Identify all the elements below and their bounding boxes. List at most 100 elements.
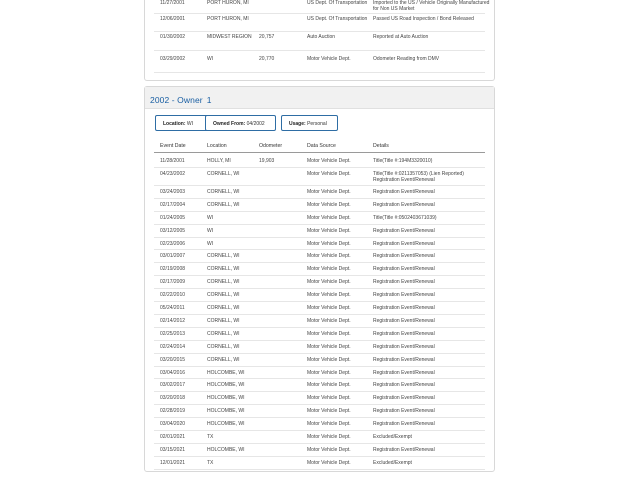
cell-details: Passed US Road Inspection / Bond Release… <box>373 16 474 22</box>
owner-title: 2002 - Owner <box>150 95 203 105</box>
cell-details: Odometer Reading from DMV <box>373 56 440 62</box>
cell-details: Registration Event/Renewal <box>373 279 435 286</box>
row-divider <box>154 210 485 212</box>
cell-details: Imported to the US / Vehicle Originally … <box>373 0 490 12</box>
cell-event-date: 01/24/2005 <box>160 214 186 221</box>
cell-location: HOLCOMBE, WI <box>207 395 245 402</box>
cell-location: CORNELL, WI <box>207 279 240 286</box>
cell-data-source: Motor Vehicle Dept. <box>307 382 351 389</box>
row-divider <box>154 352 485 354</box>
usage-chip: Usage: Personal <box>281 115 338 131</box>
cell-details: Registration Event/Renewal <box>373 408 435 415</box>
cell-location: TX <box>207 434 214 440</box>
row-divider <box>154 249 485 251</box>
header-divider <box>154 152 485 153</box>
cell-event-date: 12/06/2001 <box>160 16 186 22</box>
owned-from-chip-key: Owned From <box>213 120 244 127</box>
cell-data-source: Motor Vehicle Dept. <box>307 408 351 415</box>
cell-location: HOLLY, MI <box>207 158 231 164</box>
cell-event-date: 03/24/2003 <box>160 188 186 195</box>
cell-location: HOLCOMBE, WI <box>207 421 245 428</box>
cell-event-date: 02/22/2010 <box>160 292 186 299</box>
cell-details: Registration Event/Renewal <box>373 395 435 402</box>
col-data-source: Data Source <box>307 143 336 149</box>
row-divider <box>154 365 485 367</box>
cell-event-date: 12/01/2021 <box>160 459 186 466</box>
cell-location: CORNELL, WI <box>207 292 240 299</box>
row-divider <box>154 236 485 238</box>
cell-data-source: Motor Vehicle Dept. <box>307 253 351 260</box>
cell-odometer: 19,903 <box>259 158 275 164</box>
cell-details: Registration Event/Renewal <box>373 253 435 260</box>
cell-details: Excluded/Exempt <box>373 434 412 440</box>
cell-data-source: Motor Vehicle Dept. <box>307 356 351 363</box>
row-divider <box>154 442 485 444</box>
cell-data-source: Motor Vehicle Dept. <box>307 214 351 221</box>
cell-details: Title(Title #:0502403671039) <box>373 214 437 221</box>
row-divider <box>154 378 485 380</box>
cell-location: WI <box>207 227 214 234</box>
cell-data-source: Motor Vehicle Dept. <box>307 421 351 428</box>
cell-details: Registration Event/Renewal <box>373 446 435 453</box>
cell-event-date: 03/29/2002 <box>160 56 186 62</box>
cell-details: Registration Event/Renewal <box>373 356 435 363</box>
cell-location: TX <box>207 459 214 466</box>
location-chip-value: WI <box>186 120 194 127</box>
cell-details: Registration Event/Renewal <box>373 343 435 350</box>
cell-event-date: 05/24/2011 <box>160 305 185 311</box>
cell-details: Registration Event/Renewal <box>373 188 435 195</box>
cell-data-source: Motor Vehicle Dept. <box>307 330 351 337</box>
cell-data-source: Motor Vehicle Dept. <box>307 369 351 376</box>
row-divider <box>154 50 485 51</box>
row-divider <box>154 166 485 168</box>
row-divider <box>154 72 485 73</box>
cell-data-source: Motor Vehicle Dept. <box>307 266 351 273</box>
cell-details: Registration Event/Renewal <box>373 240 435 247</box>
cell-event-date: 03/04/2020 <box>160 421 186 428</box>
cell-event-date: 02/28/2019 <box>160 408 186 415</box>
row-divider <box>154 455 485 457</box>
owner-header[interactable]: 2002 - Owner 1 <box>145 87 494 109</box>
cell-event-date: 02/24/2014 <box>160 343 186 350</box>
cell-location: HOLCOMBE, WI <box>207 408 245 415</box>
owner-number: 1 <box>206 95 212 105</box>
row-divider <box>154 417 485 419</box>
cell-data-source: Motor Vehicle Dept. <box>307 434 351 440</box>
cell-details: Registration Event/Renewal <box>373 421 435 428</box>
cell-location: MIDWEST REGION <box>207 34 252 40</box>
cell-location: CORNELL, WI <box>207 305 240 311</box>
cell-data-source: Motor Vehicle Dept. <box>307 305 351 311</box>
cell-details: Excluded/Exempt <box>373 459 412 466</box>
row-divider <box>154 275 485 277</box>
row-divider <box>154 31 485 32</box>
cell-event-date: 11/28/2001 <box>160 158 185 164</box>
cell-details: Title(Title #:194M3320010) <box>373 158 433 164</box>
cell-details: Registration Event/Renewal <box>373 369 435 376</box>
cell-location: CORNELL, WI <box>207 343 240 350</box>
col-event-date: Event Date <box>160 143 186 149</box>
cell-event-date: 02/23/2006 <box>160 240 186 247</box>
cell-event-date: 03/01/2007 <box>160 253 186 260</box>
row-divider <box>154 339 485 341</box>
cell-location: WI <box>207 56 214 62</box>
cell-event-date: 01/30/2002 <box>160 34 186 40</box>
cell-data-source: Motor Vehicle Dept. <box>307 201 351 208</box>
cell-event-date: 02/25/2013 <box>160 330 186 337</box>
cell-location: CORNELL, WI <box>207 317 240 324</box>
row-divider <box>154 404 485 406</box>
cell-location: CORNELL, WI <box>207 188 240 195</box>
row-divider <box>154 391 485 393</box>
cell-location: CORNELL, WI <box>207 170 240 177</box>
row-divider <box>154 288 485 290</box>
owned-from-chip-value: 04/2002 <box>246 120 265 127</box>
row-divider <box>154 13 485 14</box>
cell-location: CORNELL, WI <box>207 253 240 260</box>
col-odometer: Odometer <box>259 143 283 149</box>
cell-data-source: Motor Vehicle Dept. <box>307 292 351 299</box>
cell-data-source: Motor Vehicle Dept. <box>307 279 351 286</box>
cell-data-source: Motor Vehicle Dept. <box>307 317 351 324</box>
cell-event-date: 02/17/2009 <box>160 279 186 286</box>
cell-location: CORNELL, WI <box>207 266 240 273</box>
usage-chip-key: Usage <box>289 120 305 127</box>
col-location: Location <box>207 143 227 149</box>
